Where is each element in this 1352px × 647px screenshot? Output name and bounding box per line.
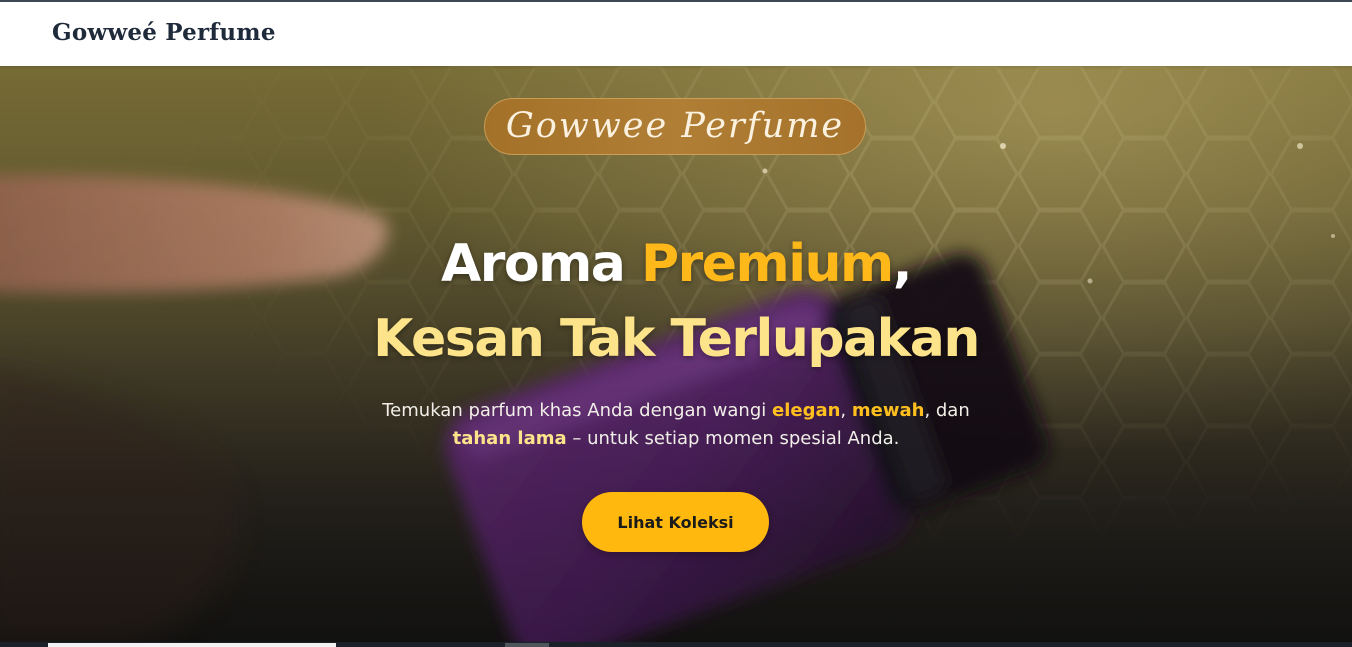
headline-comma: , (892, 234, 913, 294)
subtitle-text-end: , dan (924, 400, 970, 421)
brand-logo[interactable]: Gowweé Perfume (52, 19, 276, 46)
subtitle-text: Temukan parfum khas Anda dengan wangi (382, 400, 772, 421)
brand-badge-label: Gowwee Perfume (505, 106, 845, 146)
headline-premium: Premium (641, 234, 894, 294)
subtitle-separator: , (840, 400, 852, 421)
next-section-card-edge (505, 643, 549, 647)
hero-headline-line2: Kesan Tak Terlupakan (373, 309, 980, 369)
subtitle-highlight-elegan: elegan (771, 400, 841, 421)
next-section-card-edge (48, 643, 336, 647)
subtitle-text-2: – untuk setiap momen spesial Anda. (566, 428, 900, 449)
hero-section: Gowwee Perfume Aroma Premium, Kesan Tak … (0, 66, 1352, 644)
headline-aroma: Aroma (441, 234, 641, 294)
subtitle-highlight-mewah: mewah (851, 400, 925, 421)
hero-subtitle-line2: tahan lama – untuk setiap momen spesial … (0, 425, 1352, 453)
hero-headline-line1: Aroma Premium, (0, 234, 1352, 294)
view-collection-button[interactable]: Lihat Koleksi (582, 492, 769, 552)
subtitle-highlight-tahan-lama: tahan lama (452, 428, 567, 449)
navbar: Gowweé Perfume (0, 2, 1352, 66)
hero-subtitle-line1: Temukan parfum khas Anda dengan wangi el… (0, 397, 1352, 425)
brand-badge: Gowwee Perfume (484, 98, 866, 155)
